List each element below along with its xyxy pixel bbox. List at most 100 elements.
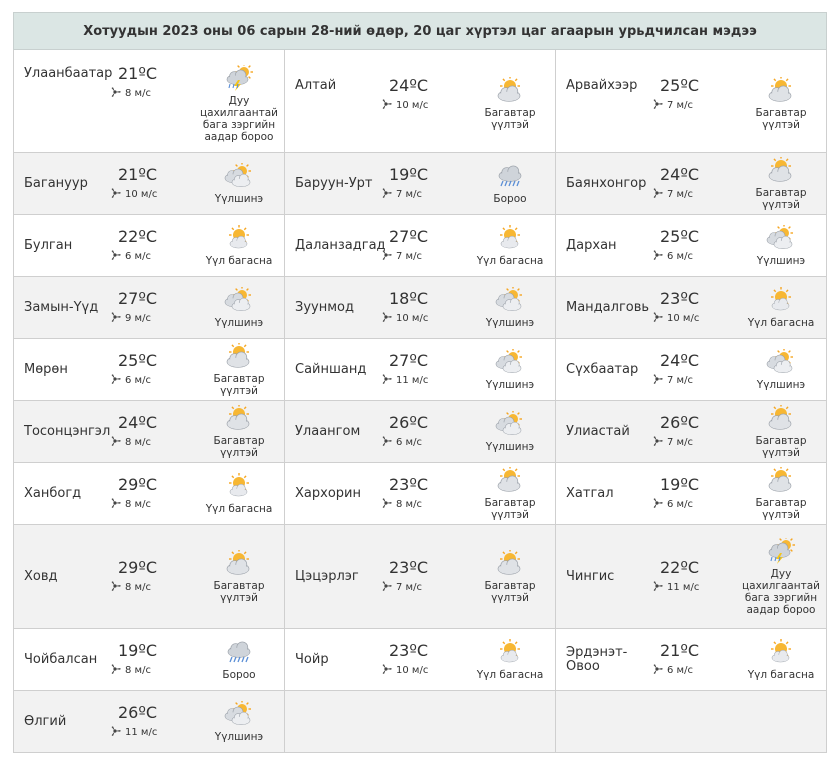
wind: 6 м/с: [652, 497, 740, 512]
wind-speed: 7 м/с: [667, 188, 693, 200]
wind: 8 м/с: [110, 663, 198, 678]
condition-text: Дуу цахилгаантай бага зэргийн аадар боро…: [742, 567, 820, 616]
city-cell: Зуунмод 18ºC 10 м/с Үүлшинэ: [284, 276, 556, 339]
wind-speed: 10 м/с: [396, 664, 429, 676]
wind-speed: 8 м/с: [396, 498, 422, 510]
condition-text: Үүлшинэ: [485, 316, 535, 329]
mostly-cloudy-icon: [766, 465, 796, 497]
city-name: Цэцэрлэг: [295, 568, 359, 584]
table-row: Тосонцэнгэл 24ºC 8 м/с Багавтар үүлтэй Улаан…: [13, 400, 827, 463]
wind-icon: [652, 249, 664, 264]
table-row: Багануур 21ºC 10 м/с Үүлшинэ Баруун-Урт 19ºC 7…: [13, 152, 827, 215]
wind-icon: [110, 725, 122, 740]
wind-speed: 7 м/с: [667, 436, 693, 448]
temperature: 21ºC: [118, 164, 158, 184]
city-name: Улиастай: [566, 423, 630, 439]
temperature: 27ºC: [389, 350, 429, 370]
wind-speed: 7 м/с: [396, 188, 422, 200]
cloudy-icon: [766, 347, 796, 379]
wind-icon: [381, 663, 393, 678]
city-name: Өлгий: [24, 713, 67, 729]
condition: Үүлшинэ: [469, 285, 555, 329]
wind-speed: 8 м/с: [125, 88, 151, 99]
condition-text: Багавтар үүлтэй: [484, 579, 536, 604]
condition-text: Багавтар үүлтэй: [755, 186, 807, 211]
condition-text: Багавтар үүлтэй: [755, 107, 807, 131]
city-name: Арвайхээр: [566, 78, 638, 93]
thunderstorm-icon: [766, 535, 796, 568]
temperature: 21ºC: [118, 64, 158, 83]
wind-speed: 9 м/с: [125, 312, 151, 324]
wind: 8 м/с: [110, 435, 198, 450]
forecast-container: Хотуудын 2023 оны 06 сарын 28-ний өдөр, …: [13, 12, 827, 753]
condition: Бороо: [198, 639, 284, 681]
condition-text: Үүлшинэ: [756, 254, 806, 267]
partly-cloudy-icon: [224, 224, 254, 255]
wind: 7 м/с: [652, 373, 740, 388]
wind-speed: 10 м/с: [396, 312, 429, 324]
wind: 8 м/с: [381, 497, 469, 512]
wind-icon: [110, 249, 122, 264]
temperature: 29ºC: [118, 557, 158, 577]
mostly-cloudy-icon: [224, 341, 254, 373]
wind: 11 м/с: [110, 725, 198, 740]
mostly-cloudy-icon: [495, 76, 525, 107]
temperature: 23ºC: [389, 474, 429, 494]
condition: Үүлшинэ: [740, 223, 826, 267]
condition-text: Үүл багасна: [747, 316, 815, 329]
temperature: 19ºC: [660, 474, 700, 494]
city-cell: Чойбалсан 19ºC 8 м/с Бороо: [13, 628, 285, 691]
wind: 6 м/с: [110, 249, 198, 264]
partly-cloudy-icon: [766, 286, 796, 317]
temperature: 24ºC: [660, 164, 700, 184]
wind-speed: 10 м/с: [667, 312, 700, 324]
mostly-cloudy-icon: [766, 76, 796, 107]
wind-icon: [110, 373, 122, 388]
wind: 7 м/с: [652, 187, 740, 202]
condition: Үүл багасна: [198, 472, 284, 515]
wind-speed: 6 м/с: [667, 664, 693, 676]
forecast-table: Хотуудын 2023 оны 06 сарын 28-ний өдөр, …: [13, 12, 827, 753]
condition: Үүлшинэ: [198, 161, 284, 205]
condition-text: Багавтар үүлтэй: [213, 434, 265, 459]
temperature: 23ºC: [389, 640, 429, 660]
wind: 9 м/с: [110, 311, 198, 326]
city-name: Баруун-Урт: [295, 175, 373, 191]
wind-speed: 7 м/с: [396, 250, 422, 262]
temperature: 25ºC: [118, 350, 158, 370]
city-name: Сайншанд: [295, 361, 367, 377]
temperature: 27ºC: [118, 288, 158, 308]
wind-icon: [381, 373, 393, 388]
wind: 8 м/с: [110, 86, 198, 101]
city-name: Улаанбаатар: [24, 66, 113, 81]
city-name: Улаангом: [295, 423, 361, 439]
cloudy-icon: [224, 285, 254, 317]
city-cell: Мандалговь 23ºC 10 м/с Үүл багасна: [555, 276, 827, 339]
condition: Үүл багасна: [740, 286, 826, 329]
wind: 7 м/с: [652, 98, 740, 113]
table-row: Өлгий 26ºC 11 м/с Үүлшинэ: [13, 690, 827, 753]
wind-speed: 11 м/с: [667, 581, 700, 593]
city-cell: Тосонцэнгэл 24ºC 8 м/с Багавтар үүлтэй: [13, 400, 285, 463]
city-name: Ховд: [24, 568, 58, 584]
city-cell: Арвайхээр 25ºC 7 м/с Багавтар үүлтэй: [555, 49, 827, 153]
condition: Үүл багасна: [198, 224, 284, 267]
condition-text: Үүл багасна: [205, 502, 273, 515]
condition-text: Үүл багасна: [747, 668, 815, 681]
wind: 6 м/с: [110, 373, 198, 388]
temperature: 26ºC: [118, 702, 158, 722]
condition: Дуу цахилгаантай бага зэргийн аадар боро…: [198, 63, 284, 143]
city-name: Чойр: [295, 651, 329, 667]
city-name: Хатгал: [566, 485, 614, 501]
wind: 7 м/с: [652, 435, 740, 450]
condition: Багавтар үүлтэй: [469, 548, 555, 604]
city-name: Алтай: [295, 78, 337, 93]
condition-text: Багавтар үүлтэй: [484, 107, 536, 131]
condition: Багавтар үүлтэй: [740, 403, 826, 459]
temperature: 19ºC: [118, 640, 158, 660]
city-cell: Багануур 21ºC 10 м/с Үүлшинэ: [13, 152, 285, 215]
city-name: Замын-Үүд: [24, 299, 99, 315]
wind-icon: [110, 663, 122, 678]
cloudy-icon: [224, 699, 254, 731]
temperature: 23ºC: [660, 288, 700, 308]
